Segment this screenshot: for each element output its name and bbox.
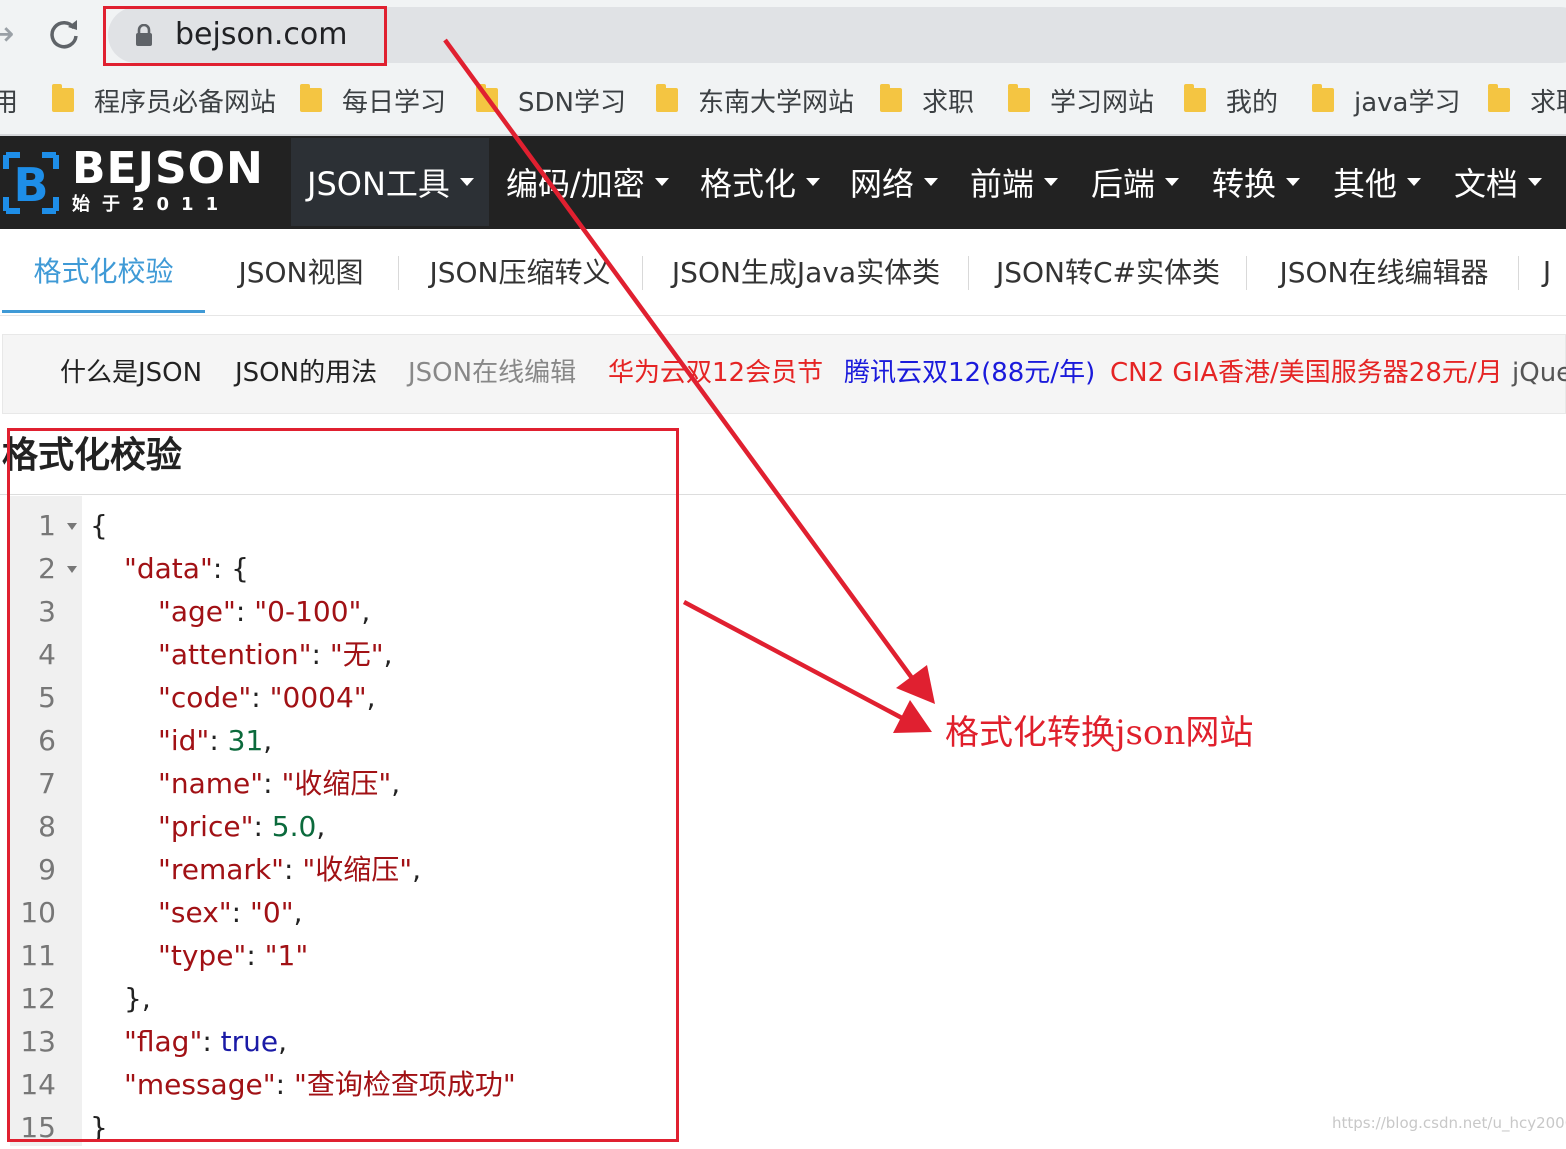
watermark: https://blog.csdn.net/u_hcy2000 — [1332, 1114, 1566, 1132]
arrow-line-from-url — [443, 38, 914, 680]
annotation-arrows — [443, 38, 935, 733]
annotation-text: 格式化转换json网站 — [945, 713, 1254, 753]
arrowhead-from-url — [896, 665, 935, 704]
